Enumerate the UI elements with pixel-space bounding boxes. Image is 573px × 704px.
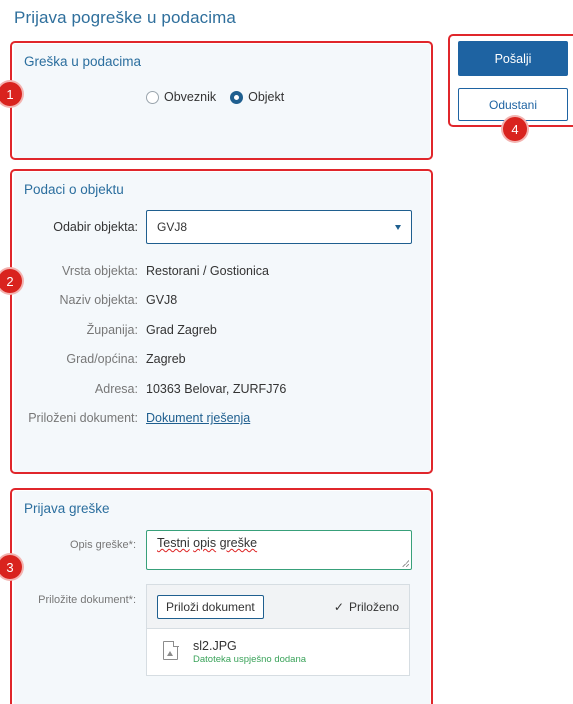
info-row-type: Vrsta objekta: Restorani / Gostionica (14, 264, 430, 282)
object-select-value: GVJ8 (157, 220, 188, 234)
info-row-county: Županija: Grad Zagreb (14, 323, 430, 341)
checkmark-icon: ✓ (333, 600, 344, 614)
attached-status-text: Priloženo (348, 600, 399, 614)
radio-obveznik-label: Obveznik (164, 90, 217, 104)
desc-word: greške (219, 536, 258, 550)
document-link[interactable]: Dokument rješenja (146, 411, 250, 425)
file-name: sl2.JPG (193, 639, 237, 653)
info-row-city: Grad/općina: Zagreb (14, 352, 430, 370)
desc-word: opis (193, 536, 217, 550)
info-row-address: Adresa: 10363 Belovar, ZURFJ76 (14, 382, 430, 400)
attach-document-label: Priložite dokument*: (38, 594, 136, 606)
info-label: Adresa: (94, 382, 138, 396)
object-select[interactable]: GVJ8 (146, 210, 412, 244)
object-select-label: Odabir objekta: (53, 220, 138, 234)
error-type-title: Greška u podacima (24, 54, 142, 69)
attach-document-box: Priloži dokument ✓ Priloženo sl2.JPG Dat… (146, 584, 410, 676)
info-value: Zagreb (146, 352, 186, 366)
image-file-icon (163, 640, 179, 660)
radio-obveznik[interactable]: Obveznik (146, 90, 216, 104)
caret-down-icon (395, 224, 401, 230)
info-row-name: Naziv objekta: GVJ8 (14, 293, 430, 311)
radio-objekt-label: Objekt (248, 90, 285, 104)
object-data-title: Podaci o objektu (24, 182, 124, 197)
send-button[interactable]: Pošalji (458, 41, 568, 76)
error-type-panel: Greška u podacima Obveznik Objekt (14, 44, 430, 158)
object-data-panel: Podaci o objektu Odabir objekta: GVJ8 Vr… (14, 172, 430, 472)
error-report-title: Prijava greške (24, 501, 110, 516)
radio-objekt[interactable]: Objekt (230, 90, 284, 104)
radio-checked-icon (230, 90, 244, 104)
info-label: Vrsta objekta: (62, 264, 138, 278)
file-upload-status: Datoteka uspješno dodana (193, 654, 307, 665)
info-value: Restorani / Gostionica (146, 264, 269, 278)
error-description-textarea[interactable]: Testni opis greške (146, 530, 412, 570)
info-value: GVJ8 (146, 293, 178, 307)
error-report-panel: Prijava greške Opis greške*: Testni opis… (14, 491, 430, 704)
info-row-document: Priloženi dokument: Dokument rješenja (14, 411, 430, 429)
resize-grip-icon[interactable] (402, 560, 409, 567)
error-type-radio-group: Obveznik Objekt (146, 90, 284, 104)
annotation-marker-4: 4 (503, 117, 527, 141)
info-label: Županija: (86, 323, 138, 337)
info-label: Naziv objekta: (59, 293, 138, 307)
info-value: 10363 Belovar, ZURFJ76 (146, 382, 287, 396)
radio-unchecked-icon (146, 90, 159, 104)
info-label: Grad/općina: (66, 352, 138, 366)
attach-header: Priloži dokument ✓ Priloženo (147, 585, 409, 629)
attach-document-button[interactable]: Priloži dokument (157, 595, 264, 619)
info-label: Priloženi dokument: (28, 411, 138, 425)
info-value: Grad Zagreb (146, 323, 217, 337)
page-title: Prijava pogreške u podacima (14, 8, 236, 27)
attached-status: ✓ Priloženo (334, 600, 399, 614)
desc-word: Testni (157, 536, 190, 550)
error-description-label: Opis greške*: (69, 539, 136, 551)
